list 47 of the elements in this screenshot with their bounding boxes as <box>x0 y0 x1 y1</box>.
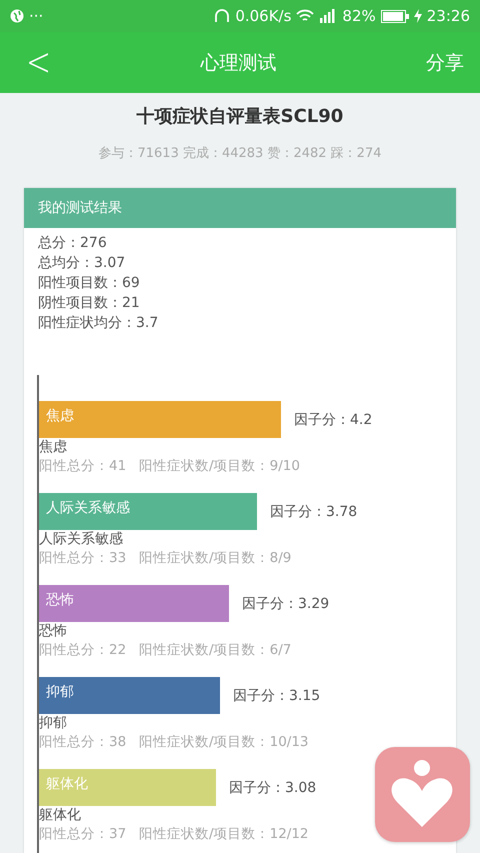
factor-score: 因子分：4.2 <box>294 410 372 428</box>
share-button[interactable]: 分享 <box>426 50 464 76</box>
factor-label: 恐怖 <box>39 622 68 640</box>
y-tick-label: 焦虑 <box>46 408 74 424</box>
factor-bar: 躯体化 <box>39 769 216 806</box>
summary-line: 总均分：3.07 <box>38 254 126 273</box>
factor-score: 因子分：3.78 <box>270 502 358 520</box>
app-shortcut-icon[interactable] <box>375 747 470 842</box>
factor-bar: 人际关系敏感 <box>39 493 257 530</box>
factor-label: 躯体化 <box>39 806 82 824</box>
page-title: 心理测试 <box>200 50 277 76</box>
summary-line: 阳性症状均分：3.7 <box>38 314 160 333</box>
headphones-icon <box>214 8 230 24</box>
charging-icon <box>414 9 422 23</box>
battery-icon <box>380 10 409 22</box>
signal-icon <box>319 9 338 23</box>
factor-detail: 阳性总分：41 阳性症状数/项目数：9/10 <box>39 457 301 476</box>
y-tick-label: 人际关系敏感 <box>46 500 130 516</box>
wifi-icon <box>296 9 314 23</box>
y-tick-label: 躯体化 <box>46 776 88 792</box>
factor-label: 焦虑 <box>39 438 68 456</box>
clock-time: 23:26 <box>426 7 470 25</box>
factor-label: 人际关系敏感 <box>39 530 124 548</box>
factor-bar: 抑郁 <box>39 677 220 714</box>
summary-line: 阳性项目数：69 <box>38 274 141 293</box>
test-title: 十项症状自评量表SCL90 <box>136 105 344 128</box>
test-stats: 参与：71613 完成：44283 赞：2482 踩：274 <box>97 145 382 162</box>
factor-score: 因子分：3.29 <box>242 594 330 612</box>
y-tick-label: 恐怖 <box>45 592 74 608</box>
network-speed: 0.06K/s <box>235 7 292 25</box>
back-button[interactable]: < <box>26 40 52 86</box>
notification-dots: ··· <box>29 7 44 25</box>
factor-label: 抑郁 <box>39 714 68 732</box>
factor-detail: 阳性总分：38 阳性症状数/项目数：10/13 <box>39 733 310 752</box>
y-tick-label: 抑郁 <box>46 684 74 700</box>
factor-detail: 阳性总分：37 阳性症状数/项目数：12/12 <box>39 825 310 844</box>
summary-line: 阴性项目数：21 <box>38 294 141 313</box>
globe-icon <box>10 9 24 23</box>
battery-percent: 82% <box>342 7 376 25</box>
factor-bar: 恐怖 <box>39 585 229 622</box>
factor-bar: 焦虑 <box>39 401 281 438</box>
factor-score: 因子分：3.15 <box>233 686 320 704</box>
factor-detail: 阳性总分：22 阳性症状数/项目数：6/7 <box>39 641 292 660</box>
card-title: 我的测试结果 <box>24 188 456 228</box>
summary-line: 总分：276 <box>38 234 108 253</box>
factor-detail: 阳性总分：33 阳性症状数/项目数：8/9 <box>39 549 292 568</box>
factor-score: 因子分：3.08 <box>229 778 316 796</box>
